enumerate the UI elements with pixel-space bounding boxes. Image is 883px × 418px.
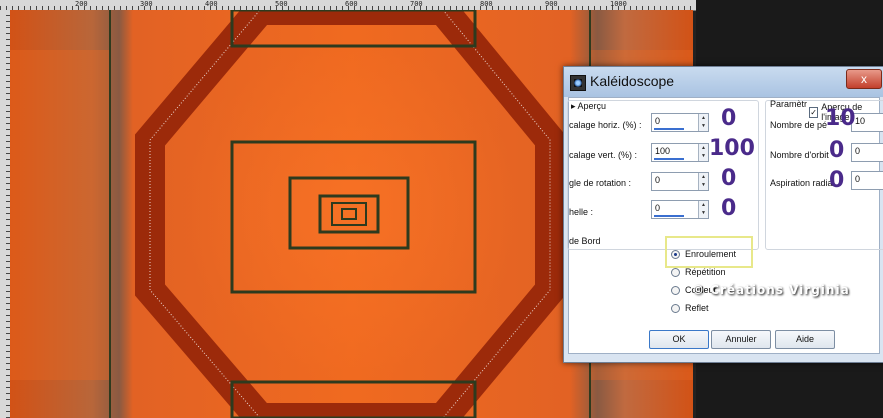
- radio-label: Enroulement: [685, 249, 737, 259]
- radio-label: Répétition: [685, 267, 726, 277]
- help-button[interactable]: Aide: [775, 330, 835, 349]
- ruler-tick: 1000: [610, 0, 627, 8]
- horiz-offset-spinner[interactable]: 0 ▲ ▼: [651, 113, 709, 132]
- orbits-spinner[interactable]: 0: [851, 143, 883, 162]
- close-button[interactable]: x: [846, 69, 882, 89]
- spinner-value: 100: [655, 146, 671, 156]
- petals-spinner[interactable]: 10: [851, 113, 883, 132]
- dialog-body: ▸ Aperçu Paramètr ✓ Aperçu de l'image ca…: [567, 97, 883, 354]
- spinner-value: 0: [655, 116, 661, 126]
- vert-offset-spinner[interactable]: 100 ▲ ▼: [651, 143, 709, 162]
- spinner-arrows-icon[interactable]: ▲ ▼: [698, 114, 708, 131]
- field-label: Nombre de pé: [770, 120, 828, 130]
- rotation-angle-spinner[interactable]: 0 ▲ ▼: [651, 172, 709, 191]
- ruler-tick: 600: [345, 0, 358, 8]
- annotation-value: 0: [829, 138, 845, 163]
- spinner-value: 0: [655, 175, 661, 185]
- radial-suction-spinner[interactable]: 0: [851, 171, 883, 190]
- radio-reflet[interactable]: Reflet: [671, 303, 709, 313]
- annotation-value: 100: [709, 136, 755, 161]
- field-label: Nombre d'orbit: [770, 150, 829, 160]
- cancel-button[interactable]: Annuler: [711, 330, 771, 349]
- check-icon: ✓: [809, 106, 819, 118]
- spinner-track: [654, 128, 684, 130]
- spinner-track: [654, 158, 684, 160]
- spinner-value: 10: [855, 116, 866, 126]
- ruler-tick: 900: [545, 0, 558, 8]
- radio-enroulement[interactable]: Enroulement: [671, 249, 736, 259]
- spinner-arrows-icon[interactable]: ▲ ▼: [698, 201, 708, 218]
- field-label: gle de rotation :: [569, 178, 632, 188]
- spinner-value: 0: [655, 203, 661, 213]
- radio-icon: [671, 285, 680, 295]
- app-icon: [570, 75, 586, 91]
- field-label: Aspiration radia: [770, 178, 833, 188]
- radio-repetition[interactable]: Répétition: [671, 267, 726, 277]
- spinner-value: 0: [855, 146, 861, 156]
- field-label: helle :: [569, 207, 594, 217]
- annotation-value: 10: [825, 106, 856, 131]
- radio-icon: [671, 303, 680, 313]
- edge-section-label: de Bord: [569, 236, 601, 246]
- ruler-tick: 200: [75, 0, 88, 8]
- ok-button[interactable]: OK: [649, 330, 709, 349]
- radio-icon: [671, 267, 680, 277]
- annotation-value: 0: [721, 196, 737, 221]
- dialog-titlebar[interactable]: Kaléidoscope x: [564, 67, 883, 97]
- radio-selected-icon: [671, 249, 680, 259]
- apercu-label: Aperçu: [577, 101, 607, 111]
- spinner-value: 0: [855, 174, 861, 184]
- ruler-tick: 300: [140, 0, 153, 8]
- annotation-value: 0: [829, 168, 845, 193]
- dialog-title: Kaléidoscope: [590, 73, 675, 89]
- ruler-tick: 400: [205, 0, 218, 8]
- radio-label: Reflet: [685, 303, 709, 313]
- field-label: calage horiz. (%) :: [569, 120, 642, 130]
- annotation-value: 0: [721, 166, 737, 191]
- apercu-section-label: ▸ Aperçu: [571, 101, 606, 112]
- spinner-arrows-icon[interactable]: ▲ ▼: [698, 144, 708, 161]
- params-section-label: Paramètr: [770, 99, 808, 109]
- annotation-value: 0: [721, 106, 737, 131]
- kaleidoscope-dialog: Kaléidoscope x ▸ Aperçu Paramètr ✓ Aperç…: [563, 66, 883, 363]
- ruler-tick: 700: [410, 0, 423, 8]
- watermark: © Créations Virginia: [692, 283, 850, 297]
- ruler-tick: 800: [480, 0, 493, 8]
- spinner-arrows-icon[interactable]: ▲ ▼: [698, 173, 708, 190]
- scale-spinner[interactable]: 0 ▲ ▼: [651, 200, 709, 219]
- spinner-track: [654, 215, 684, 217]
- field-label: calage vert. (%) :: [569, 150, 638, 160]
- ruler-tick: 500: [275, 0, 288, 8]
